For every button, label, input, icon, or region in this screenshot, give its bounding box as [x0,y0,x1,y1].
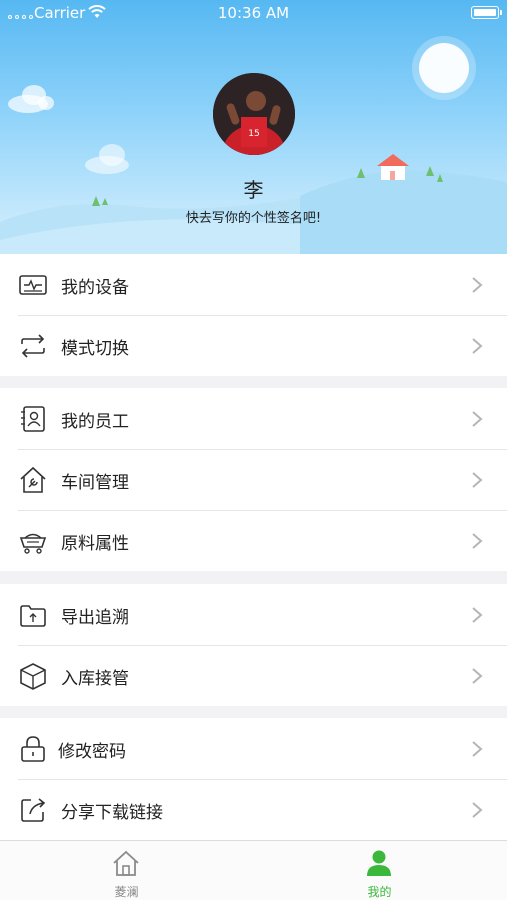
menu-item-my-employees[interactable]: 我的员工 [0,388,507,449]
menu-item-label: 车间管理 [61,473,129,493]
menu-item-change-password[interactable]: 修改密码 [0,718,507,779]
profile-signature[interactable]: 快去写你的个性签名吧! [0,207,507,226]
box-icon [20,663,46,690]
monitor-icon [19,275,47,295]
menu-item-label: 我的员工 [61,412,129,432]
chevron-right-icon [472,607,483,623]
share-icon [21,798,46,822]
lock-icon [21,736,45,762]
menu-item-label: 模式切换 [61,339,129,359]
menu-group-management: 我的员工 车间管理 原料属性 [0,388,507,571]
chevron-right-icon [472,411,483,427]
person-icon [367,850,391,876]
svg-text:15: 15 [248,129,259,139]
menu-item-label: 入库接管 [61,669,129,689]
cloud-left-icon [8,85,54,113]
avatar-photo: 15 [213,73,295,155]
menu-item-label: 原料属性 [61,534,129,554]
menu-item-label: 分享下载链接 [61,803,163,823]
chevron-right-icon [472,533,483,549]
menu-item-mode-switch[interactable]: 模式切换 [0,315,507,376]
menu-item-workshop-management[interactable]: 车间管理 [0,449,507,510]
employee-card-icon [21,406,45,432]
avatar[interactable]: 15 [213,73,295,155]
chevron-right-icon [472,338,483,354]
tab-mine[interactable]: 我的 [253,841,506,900]
switch-arrows-icon [21,334,45,358]
tab-home[interactable]: 菱澜 [0,841,253,900]
battery-icon [471,6,502,19]
menu-item-my-devices[interactable]: 我的设备 [0,254,507,315]
menu-item-label: 修改密码 [58,742,126,762]
tab-label: 菱澜 [114,885,139,899]
menu-group-devices: 我的设备 模式切换 [0,254,507,376]
folder-upload-icon [20,605,46,627]
home-icon [113,850,139,876]
chevron-right-icon [472,802,483,818]
profile-header: Carrier 10:36 AM 15 李 快去写你的个性签名吧! [0,0,507,254]
status-bar: Carrier 10:36 AM [0,0,507,26]
menu-item-share-download-link[interactable]: 分享下载链接 [0,779,507,840]
menu-item-label: 导出追溯 [61,608,129,628]
cloud-center-icon [85,144,129,174]
chevron-right-icon [472,741,483,757]
menu-item-export-trace[interactable]: 导出追溯 [0,584,507,645]
status-time: 10:36 AM [217,4,290,22]
menu-item-warehouse-takeover[interactable]: 入库接管 [0,645,507,706]
chevron-right-icon [472,668,483,684]
menu-group-data: 导出追溯 入库接管 [0,584,507,706]
cart-icon [19,533,47,554]
menu-group-account: 修改密码 分享下载链接 [0,718,507,840]
tab-bar: 菱澜 我的 [0,840,507,900]
house-wrench-icon [20,466,46,493]
chevron-right-icon [472,472,483,488]
menu-item-material-attributes[interactable]: 原料属性 [0,510,507,571]
menu-item-label: 我的设备 [61,278,129,298]
tab-label: 我的 [367,885,392,899]
profile-name[interactable]: 李 [0,174,507,203]
chevron-right-icon [472,277,483,293]
